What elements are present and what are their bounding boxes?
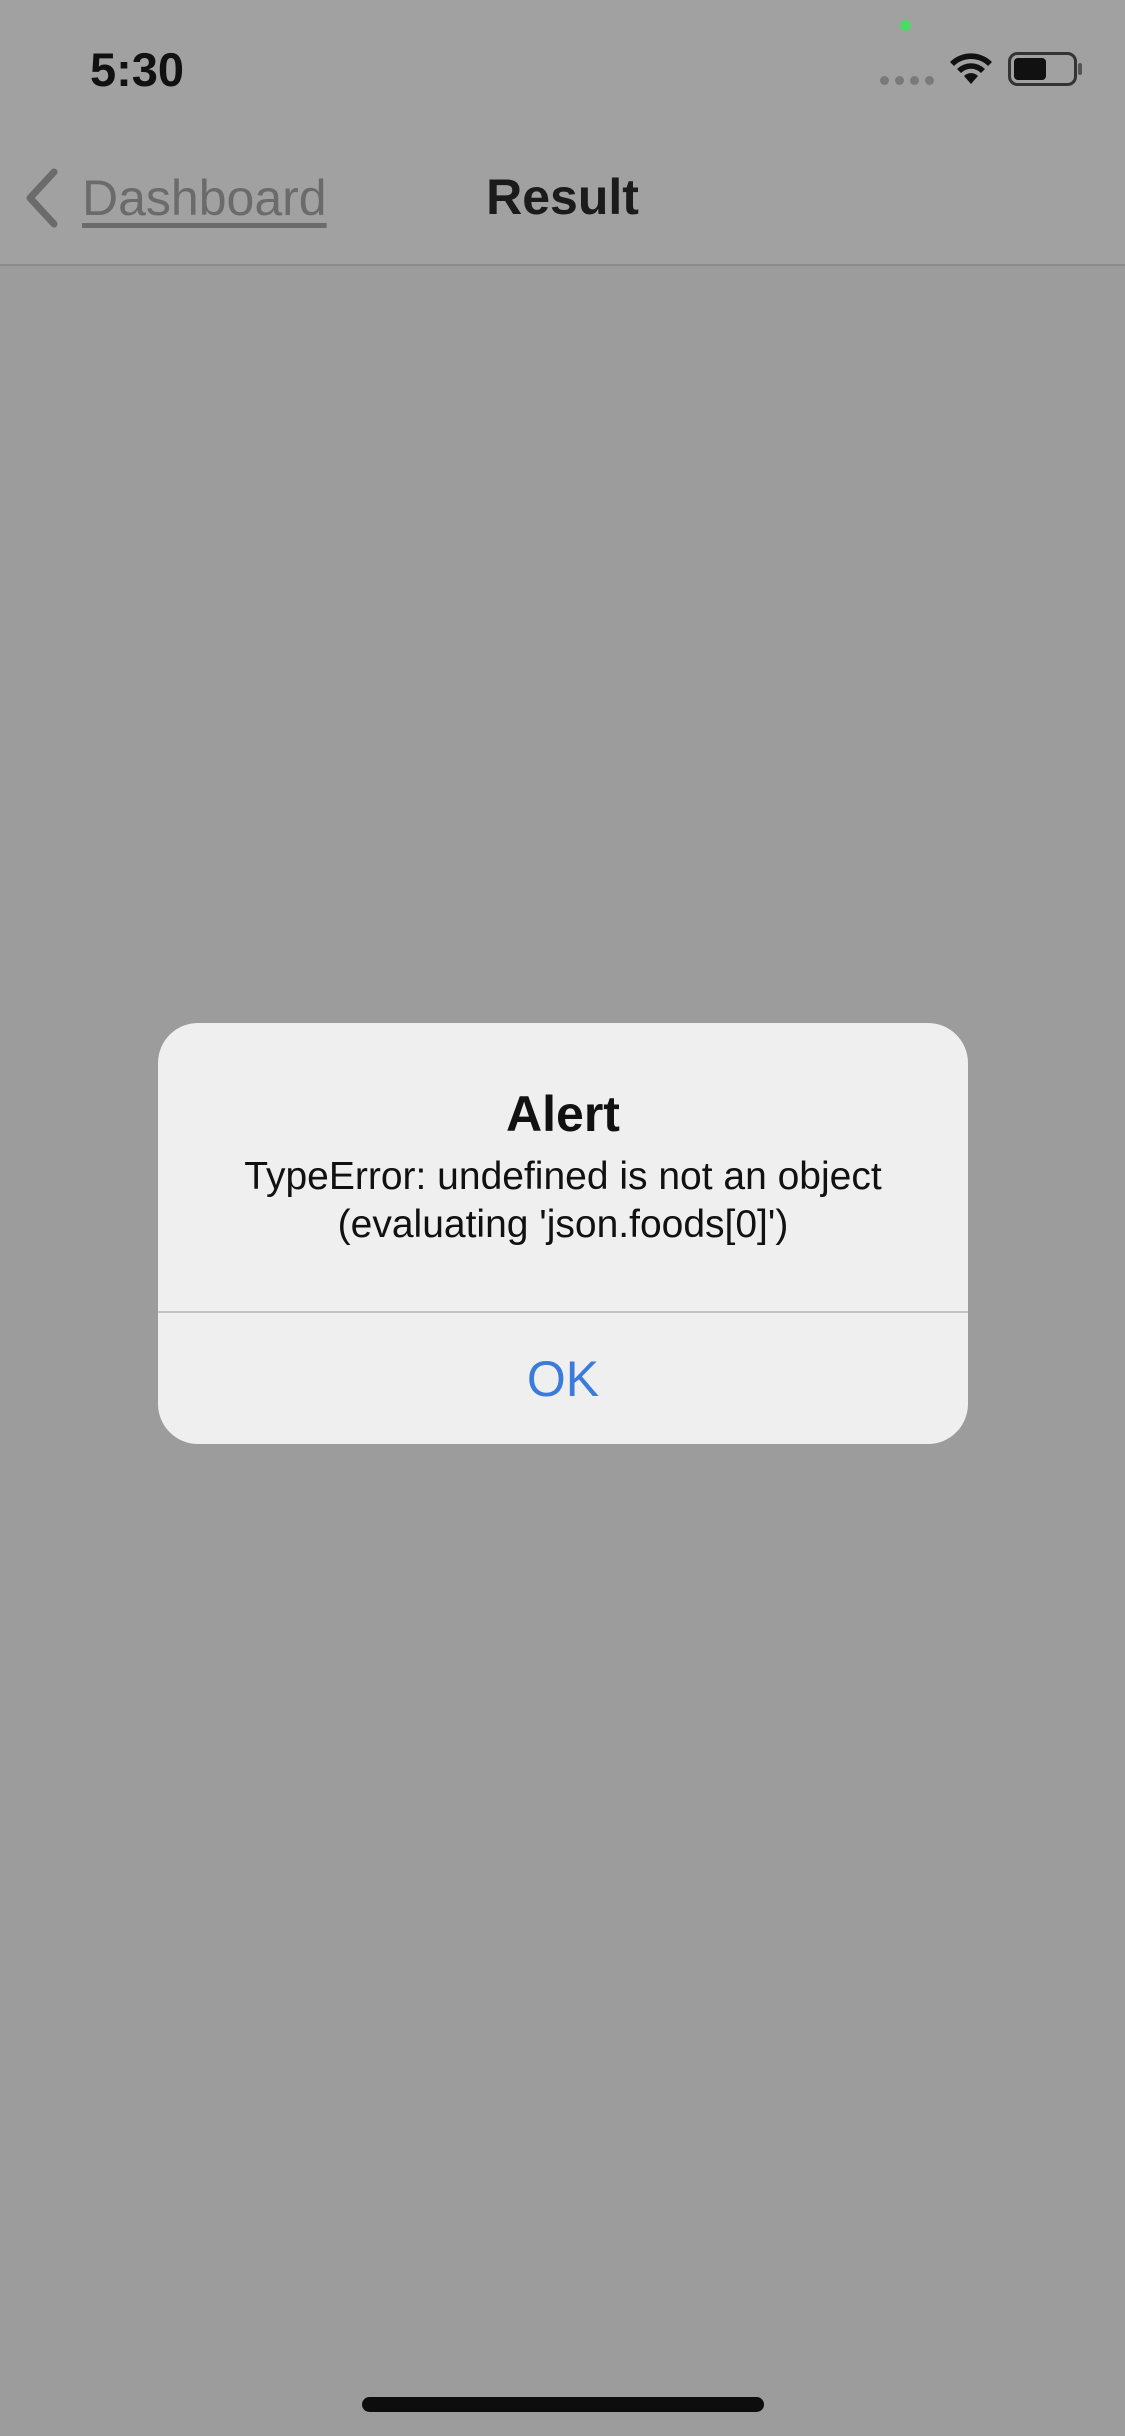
status-bar: 5:30 xyxy=(0,0,1125,132)
alert-message: TypeError: undefined is not an object (e… xyxy=(244,1155,882,1246)
alert-dialog: Alert TypeError: undefined is not an obj… xyxy=(158,1023,968,1444)
wifi-icon xyxy=(950,53,992,84)
page-title: Result xyxy=(486,169,639,225)
signal-icon xyxy=(880,76,934,85)
home-indicator[interactable] xyxy=(362,2397,764,2412)
navigation-bar: Dashboard Result xyxy=(0,132,1125,266)
privacy-indicator-dot xyxy=(900,20,911,31)
alert-title: Alert xyxy=(506,1086,620,1142)
status-time: 5:30 xyxy=(90,43,185,96)
ok-button[interactable]: OK xyxy=(158,1313,968,1444)
battery-icon xyxy=(1008,52,1082,86)
